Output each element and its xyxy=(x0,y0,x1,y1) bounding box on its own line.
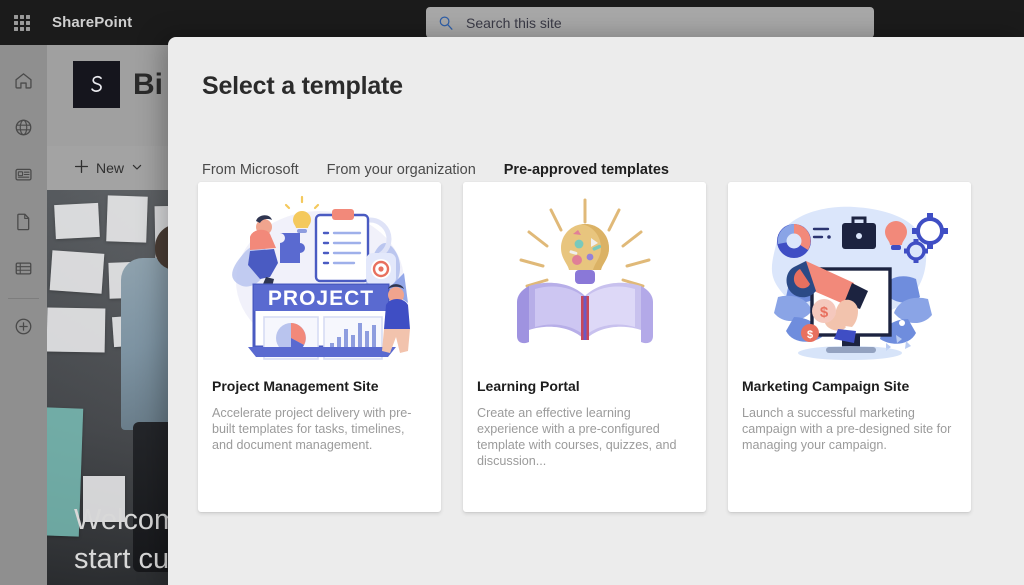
learning-portal-illustration xyxy=(463,182,706,374)
new-button[interactable]: New xyxy=(74,159,143,177)
marketing-campaign-illustration: $ $ xyxy=(728,182,971,374)
template-card-title: Project Management Site xyxy=(212,378,379,394)
template-card-title: Learning Portal xyxy=(477,378,580,394)
template-card-text: Marketing Campaign Site Launch a success… xyxy=(728,374,971,453)
template-card-marketing-campaign[interactable]: $ $ Marketing Campaign Site Launch a suc… xyxy=(728,182,971,512)
waffle-grid-icon xyxy=(14,14,30,31)
search-icon xyxy=(438,15,454,31)
template-card-text: Project Management Site Accelerate proje… xyxy=(198,374,441,453)
globe-icon xyxy=(13,117,34,138)
app-rail xyxy=(0,45,47,585)
plus-icon xyxy=(74,159,89,177)
svg-text:PROJECT: PROJECT xyxy=(267,287,373,310)
sharepoint-app-window: Bi New Welcom start cu SharePoint Search… xyxy=(0,0,1024,585)
template-card-project-management[interactable]: PROJECT Project Management Site Accelera… xyxy=(198,182,441,512)
hero-heading-line1: Welcom xyxy=(74,503,179,536)
rail-item-create[interactable] xyxy=(0,303,47,350)
new-button-label: New xyxy=(96,160,125,176)
site-logo xyxy=(73,61,120,108)
template-card-text: Learning Portal Create an effective lear… xyxy=(463,374,706,469)
dialog-title: Select a template xyxy=(202,72,403,100)
project-management-illustration: PROJECT xyxy=(198,182,441,374)
suite-brand[interactable]: SharePoint xyxy=(52,14,132,31)
site-title: Bi xyxy=(133,68,163,101)
plus-circle-icon xyxy=(13,316,34,337)
rail-item-home[interactable] xyxy=(0,57,47,104)
document-icon xyxy=(13,211,34,232)
app-launcher-button[interactable] xyxy=(0,0,44,45)
select-template-dialog: Select a template From Microsoft From yo… xyxy=(168,37,1024,585)
rail-item-lists[interactable] xyxy=(0,245,47,292)
chevron-down-icon xyxy=(131,160,143,176)
template-card-description: Launch a successful marketing campaign w… xyxy=(742,406,952,453)
svg-text:$: $ xyxy=(806,329,812,341)
svg-text:$: $ xyxy=(819,304,828,321)
hero-heading-line2: start cu xyxy=(74,542,170,575)
home-icon xyxy=(13,70,34,91)
news-icon xyxy=(13,164,34,185)
template-card-title: Marketing Campaign Site xyxy=(742,378,910,394)
template-card-description: Accelerate project delivery with pre-bui… xyxy=(212,406,412,453)
search-input[interactable] xyxy=(466,14,862,31)
lists-icon xyxy=(13,258,34,279)
rail-item-my-sites[interactable] xyxy=(0,104,47,151)
template-card-description: Create an effective learning experience … xyxy=(477,406,677,469)
template-card-list: PROJECT Project Management Site Accelera… xyxy=(198,182,1004,512)
rail-item-news[interactable] xyxy=(0,151,47,198)
hero-heading: Welcom start cu xyxy=(74,501,178,579)
search-box[interactable] xyxy=(426,7,874,38)
template-card-learning-portal[interactable]: Learning Portal Create an effective lear… xyxy=(463,182,706,512)
rail-divider xyxy=(8,298,39,299)
rail-item-files[interactable] xyxy=(0,198,47,245)
